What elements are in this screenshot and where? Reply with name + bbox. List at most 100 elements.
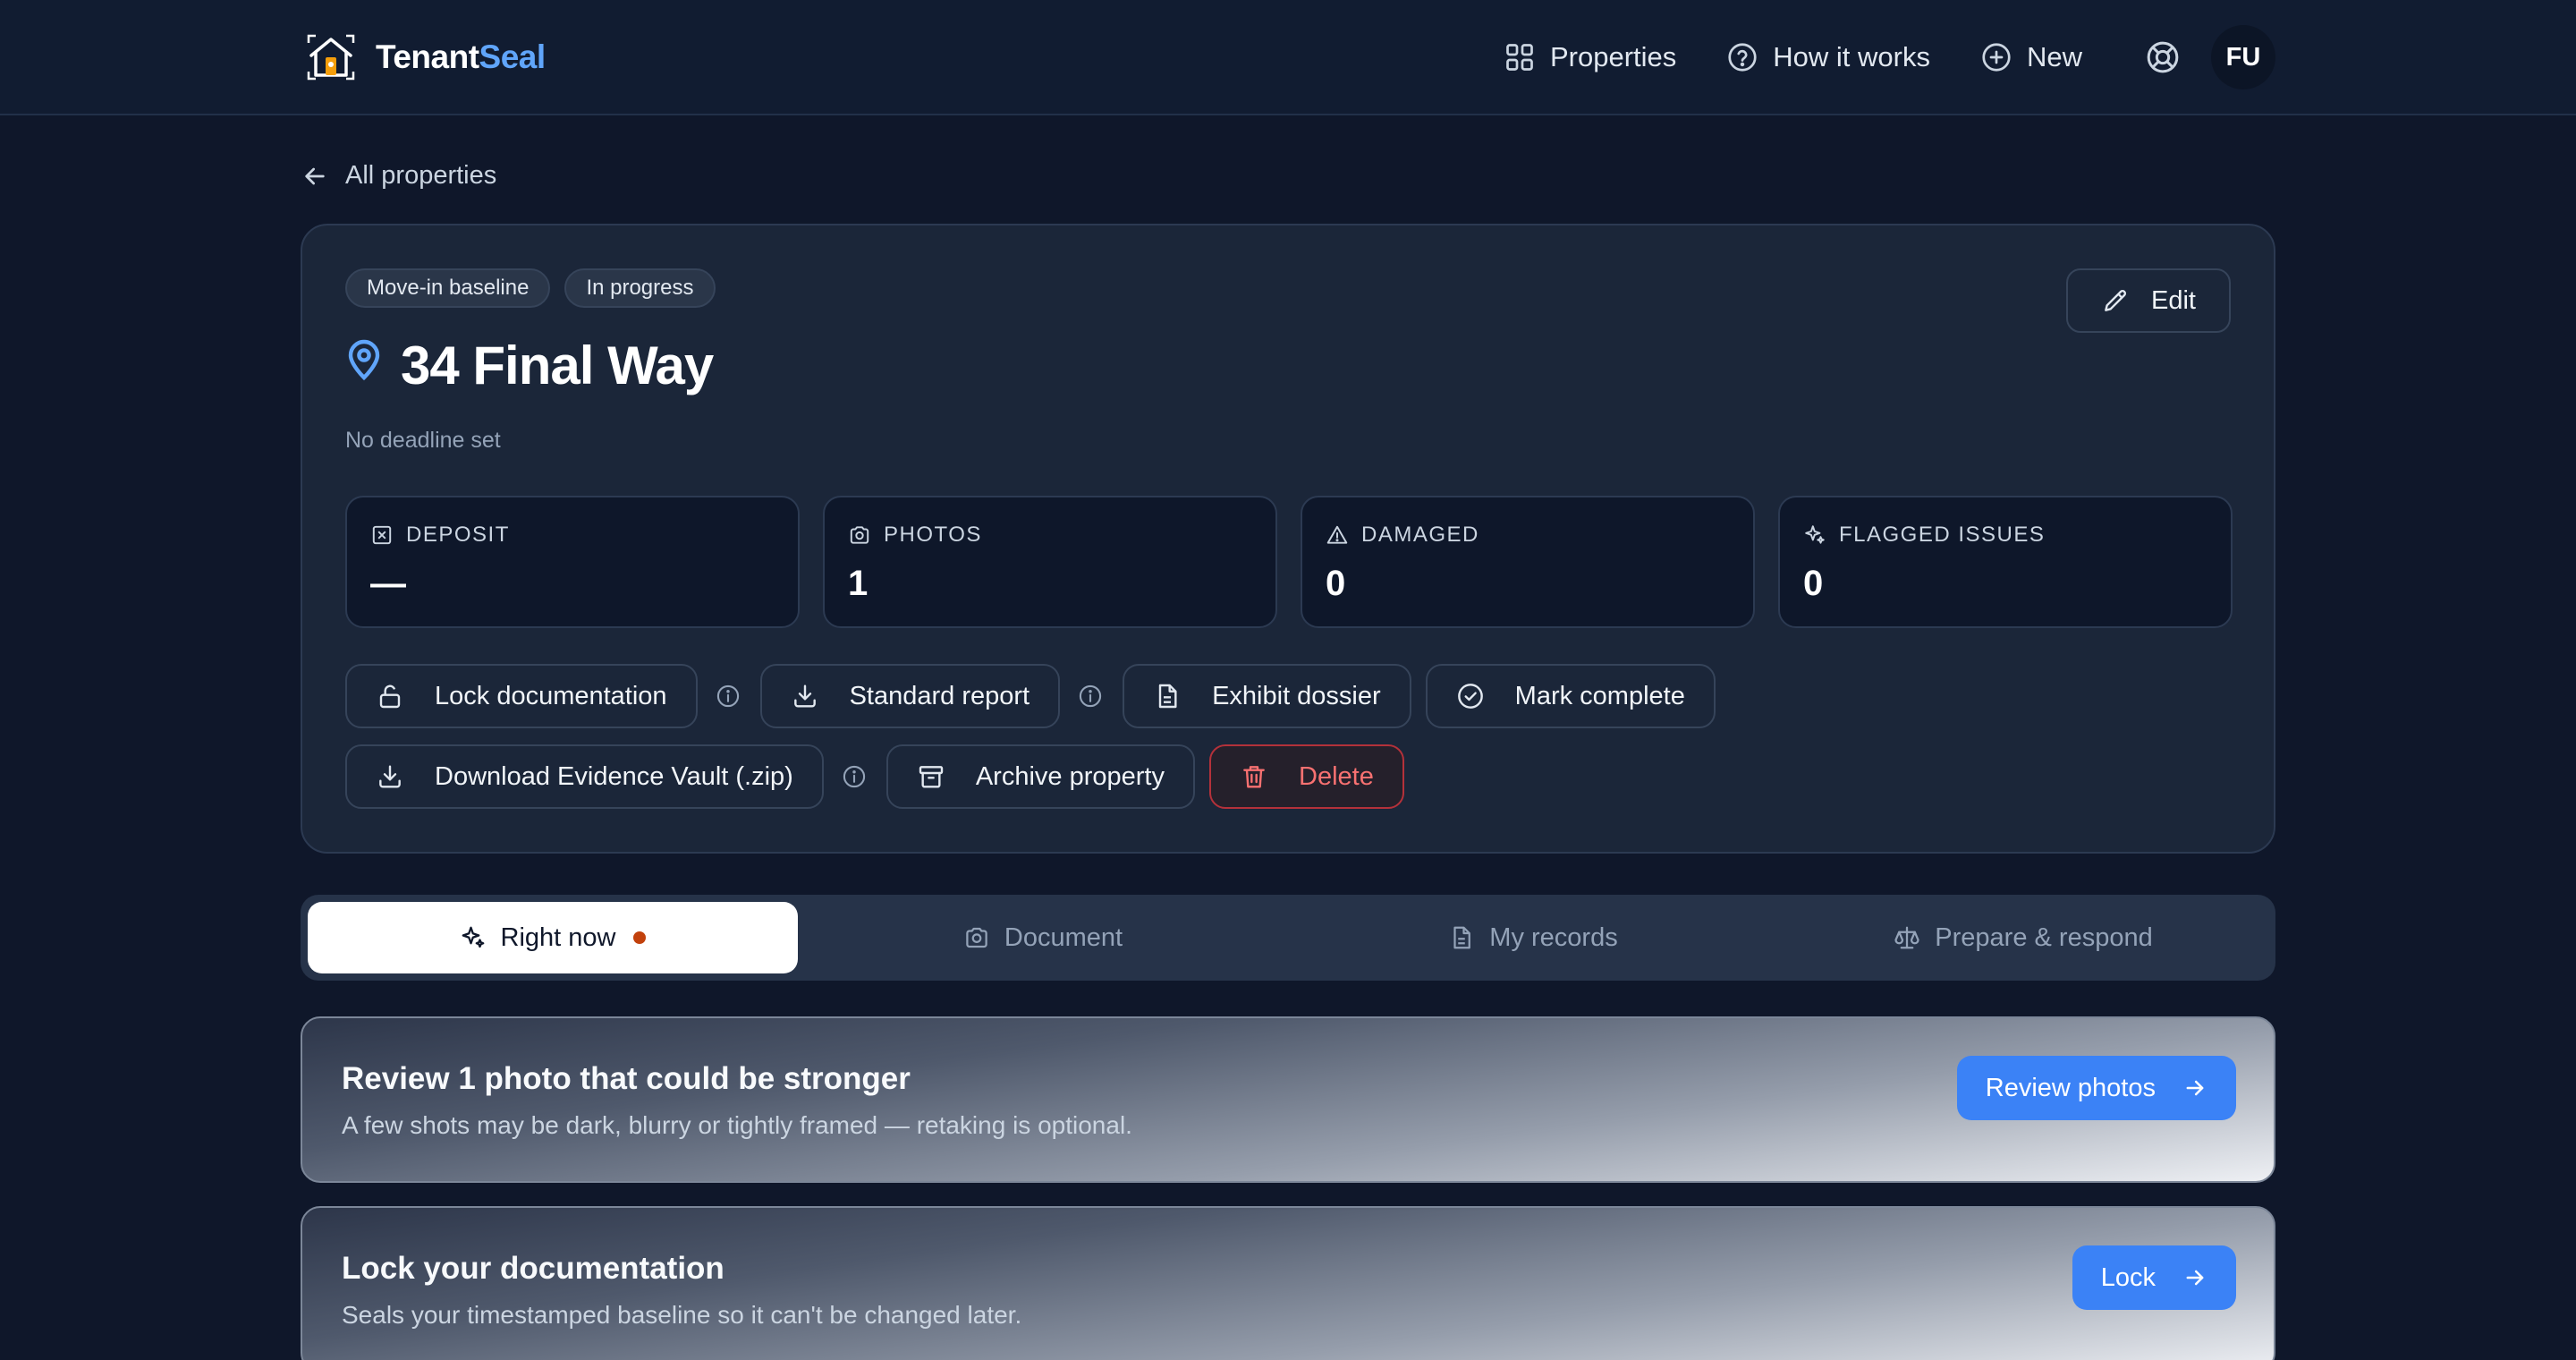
review-photos-label: Review photos bbox=[1985, 1073, 2156, 1102]
tab-label: Prepare & respond bbox=[1935, 922, 2153, 952]
trash-icon bbox=[1243, 766, 1265, 788]
arrow-right-icon bbox=[2186, 1270, 2204, 1286]
tab-document[interactable]: Document bbox=[798, 902, 1288, 973]
property-actions: Lock documentation Standard report Exhib… bbox=[345, 664, 2233, 825]
nav-item-label: How it works bbox=[1773, 41, 1930, 72]
grid-icon bbox=[1506, 44, 1533, 71]
mark-complete-label: Mark complete bbox=[1514, 681, 1685, 710]
deposit-icon bbox=[372, 525, 392, 545]
stat-label: FLAGGED ISSUES bbox=[1839, 523, 2046, 547]
stat-photos: PHOTOS 1 bbox=[823, 496, 1277, 628]
standard-report-button[interactable]: Standard report bbox=[759, 664, 1061, 728]
download-evidence-vault-button[interactable]: Download Evidence Vault (.zip) bbox=[345, 744, 824, 809]
house-seal-logo-icon bbox=[307, 34, 355, 81]
property-badges: Move-in baseline In progress bbox=[345, 268, 716, 308]
top-navigation-bar: TenantSeal Properties How it works New F… bbox=[0, 0, 2576, 115]
tab-label: Right now bbox=[500, 922, 616, 952]
download-evidence-vault-label: Download Evidence Vault (.zip) bbox=[435, 761, 793, 791]
nav-item-label: Properties bbox=[1549, 41, 1677, 72]
info-icon[interactable] bbox=[1078, 684, 1103, 709]
delete-button-label: Delete bbox=[1299, 761, 1374, 791]
check-circle-icon bbox=[1457, 684, 1483, 709]
notification-dot bbox=[633, 931, 647, 944]
nav-item-label: New bbox=[2026, 41, 2082, 72]
task-card-lock-documentation: Lock your documentation Seals your times… bbox=[301, 1206, 2275, 1360]
mark-complete-button[interactable]: Mark complete bbox=[1425, 664, 1716, 728]
archive-icon bbox=[919, 766, 944, 788]
edit-button-label: Edit bbox=[2151, 285, 2196, 315]
stat-flagged-label-row: FLAGGED ISSUES bbox=[1803, 523, 2207, 548]
task-title: Lock your documentation bbox=[342, 1251, 724, 1286]
scale-icon bbox=[1894, 926, 1919, 949]
review-photos-button[interactable]: Review photos bbox=[1956, 1056, 2236, 1120]
standard-report-label: Standard report bbox=[849, 681, 1030, 710]
info-icon[interactable] bbox=[842, 764, 867, 789]
tab-label: Document bbox=[1004, 922, 1123, 952]
camera-icon bbox=[850, 526, 869, 544]
actions-row-1: Lock documentation Standard report Exhib… bbox=[345, 664, 2233, 728]
pencil-icon bbox=[2105, 289, 2127, 311]
stat-value: — bbox=[370, 564, 406, 603]
lock-documentation-button[interactable]: Lock documentation bbox=[345, 664, 698, 728]
nav-item-new[interactable]: New bbox=[1980, 41, 2082, 73]
stat-label: PHOTOS bbox=[884, 523, 982, 547]
unlock-icon bbox=[379, 684, 401, 709]
baseline-badge: Move-in baseline bbox=[345, 268, 551, 308]
stat-flagged-issues: FLAGGED ISSUES 0 bbox=[1778, 496, 2233, 628]
main-nav: Properties How it works New bbox=[1453, 32, 2082, 82]
arrow-left-icon bbox=[305, 167, 325, 184]
property-tabs: Right now Document My records Prepare & … bbox=[301, 895, 2275, 981]
stat-value: 1 bbox=[848, 564, 869, 603]
lock-button-label: Lock bbox=[2100, 1262, 2156, 1292]
archive-property-label: Archive property bbox=[975, 761, 1165, 791]
edit-button[interactable]: Edit bbox=[2066, 268, 2231, 333]
task-title: Review 1 photo that could be stronger bbox=[342, 1061, 911, 1096]
exhibit-dossier-label: Exhibit dossier bbox=[1212, 681, 1381, 710]
brand[interactable]: TenantSeal bbox=[306, 32, 546, 82]
file-text-icon bbox=[1453, 926, 1471, 949]
tab-right-now[interactable]: Right now bbox=[308, 902, 798, 973]
plus-circle-icon bbox=[1982, 43, 2011, 72]
info-icon[interactable] bbox=[716, 684, 741, 709]
nav-item-properties[interactable]: Properties bbox=[1504, 41, 1676, 73]
exhibit-dossier-button[interactable]: Exhibit dossier bbox=[1123, 664, 1411, 728]
arrow-right-icon bbox=[2186, 1080, 2204, 1096]
back-link-label: All properties bbox=[345, 161, 497, 190]
page-title: 34 Final Way bbox=[401, 336, 714, 395]
actions-row-2: Download Evidence Vault (.zip) Archive p… bbox=[345, 744, 2233, 809]
sparkle-icon bbox=[1805, 525, 1825, 544]
stat-value: 0 bbox=[1803, 564, 1824, 603]
download-icon bbox=[793, 684, 816, 708]
tab-my-records[interactable]: My records bbox=[1288, 902, 1778, 973]
nav-item-how-it-works[interactable]: How it works bbox=[1726, 41, 1930, 73]
task-card-review-photos: Review 1 photo that could be stronger A … bbox=[301, 1016, 2275, 1183]
stat-damaged-label-row: DAMAGED bbox=[1326, 523, 1730, 548]
stat-value: 0 bbox=[1326, 564, 1346, 603]
back-to-all-properties-link[interactable]: All properties bbox=[301, 161, 496, 191]
task-subtitle: A few shots may be dark, blurry or tight… bbox=[342, 1111, 1132, 1139]
stat-damaged: DAMAGED 0 bbox=[1301, 496, 1755, 628]
map-pin-icon bbox=[348, 339, 380, 380]
brand-name: TenantSeal bbox=[376, 38, 546, 75]
delete-button[interactable]: Delete bbox=[1209, 744, 1404, 809]
download-icon bbox=[379, 765, 401, 788]
lifebuoy-icon[interactable] bbox=[2145, 39, 2181, 75]
status-badge: In progress bbox=[564, 268, 716, 308]
task-subtitle: Seals your timestamped baseline so it ca… bbox=[342, 1301, 1022, 1329]
lock-documentation-label: Lock documentation bbox=[435, 681, 667, 710]
file-text-icon bbox=[1158, 684, 1177, 709]
stats-row: DEPOSIT — PHOTOS 1 DAMAGED 0 FLAGGED ISS… bbox=[345, 496, 2233, 628]
warning-icon bbox=[1326, 525, 1348, 544]
stat-photos-label-row: PHOTOS bbox=[848, 523, 1252, 548]
tab-label: My records bbox=[1489, 922, 1618, 952]
deadline-text: No deadline set bbox=[345, 428, 501, 453]
stat-label: DEPOSIT bbox=[406, 523, 510, 547]
stat-label: DAMAGED bbox=[1361, 523, 1479, 547]
property-card: Move-in baseline In progress Edit 34 Fin… bbox=[301, 224, 2275, 854]
camera-icon bbox=[966, 927, 987, 948]
avatar[interactable]: FU bbox=[2211, 25, 2275, 89]
tab-prepare-respond[interactable]: Prepare & respond bbox=[1778, 902, 2268, 973]
lock-button[interactable]: Lock bbox=[2072, 1245, 2236, 1310]
sparkle-icon bbox=[462, 926, 484, 948]
archive-property-button[interactable]: Archive property bbox=[886, 744, 1195, 809]
